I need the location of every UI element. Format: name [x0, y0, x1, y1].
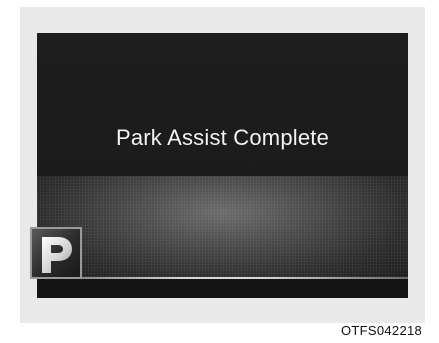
floor-grid	[37, 176, 408, 280]
display-bottom-band	[37, 279, 408, 298]
cluster-display: Park Assist Complete	[37, 33, 408, 298]
figure-code: OTFS042218	[341, 323, 423, 338]
figure-frame: Park Assist Complete	[20, 7, 425, 323]
parking-icon	[30, 227, 82, 279]
park-assist-message: Park Assist Complete	[115, 125, 330, 150]
display-background	[37, 33, 408, 183]
